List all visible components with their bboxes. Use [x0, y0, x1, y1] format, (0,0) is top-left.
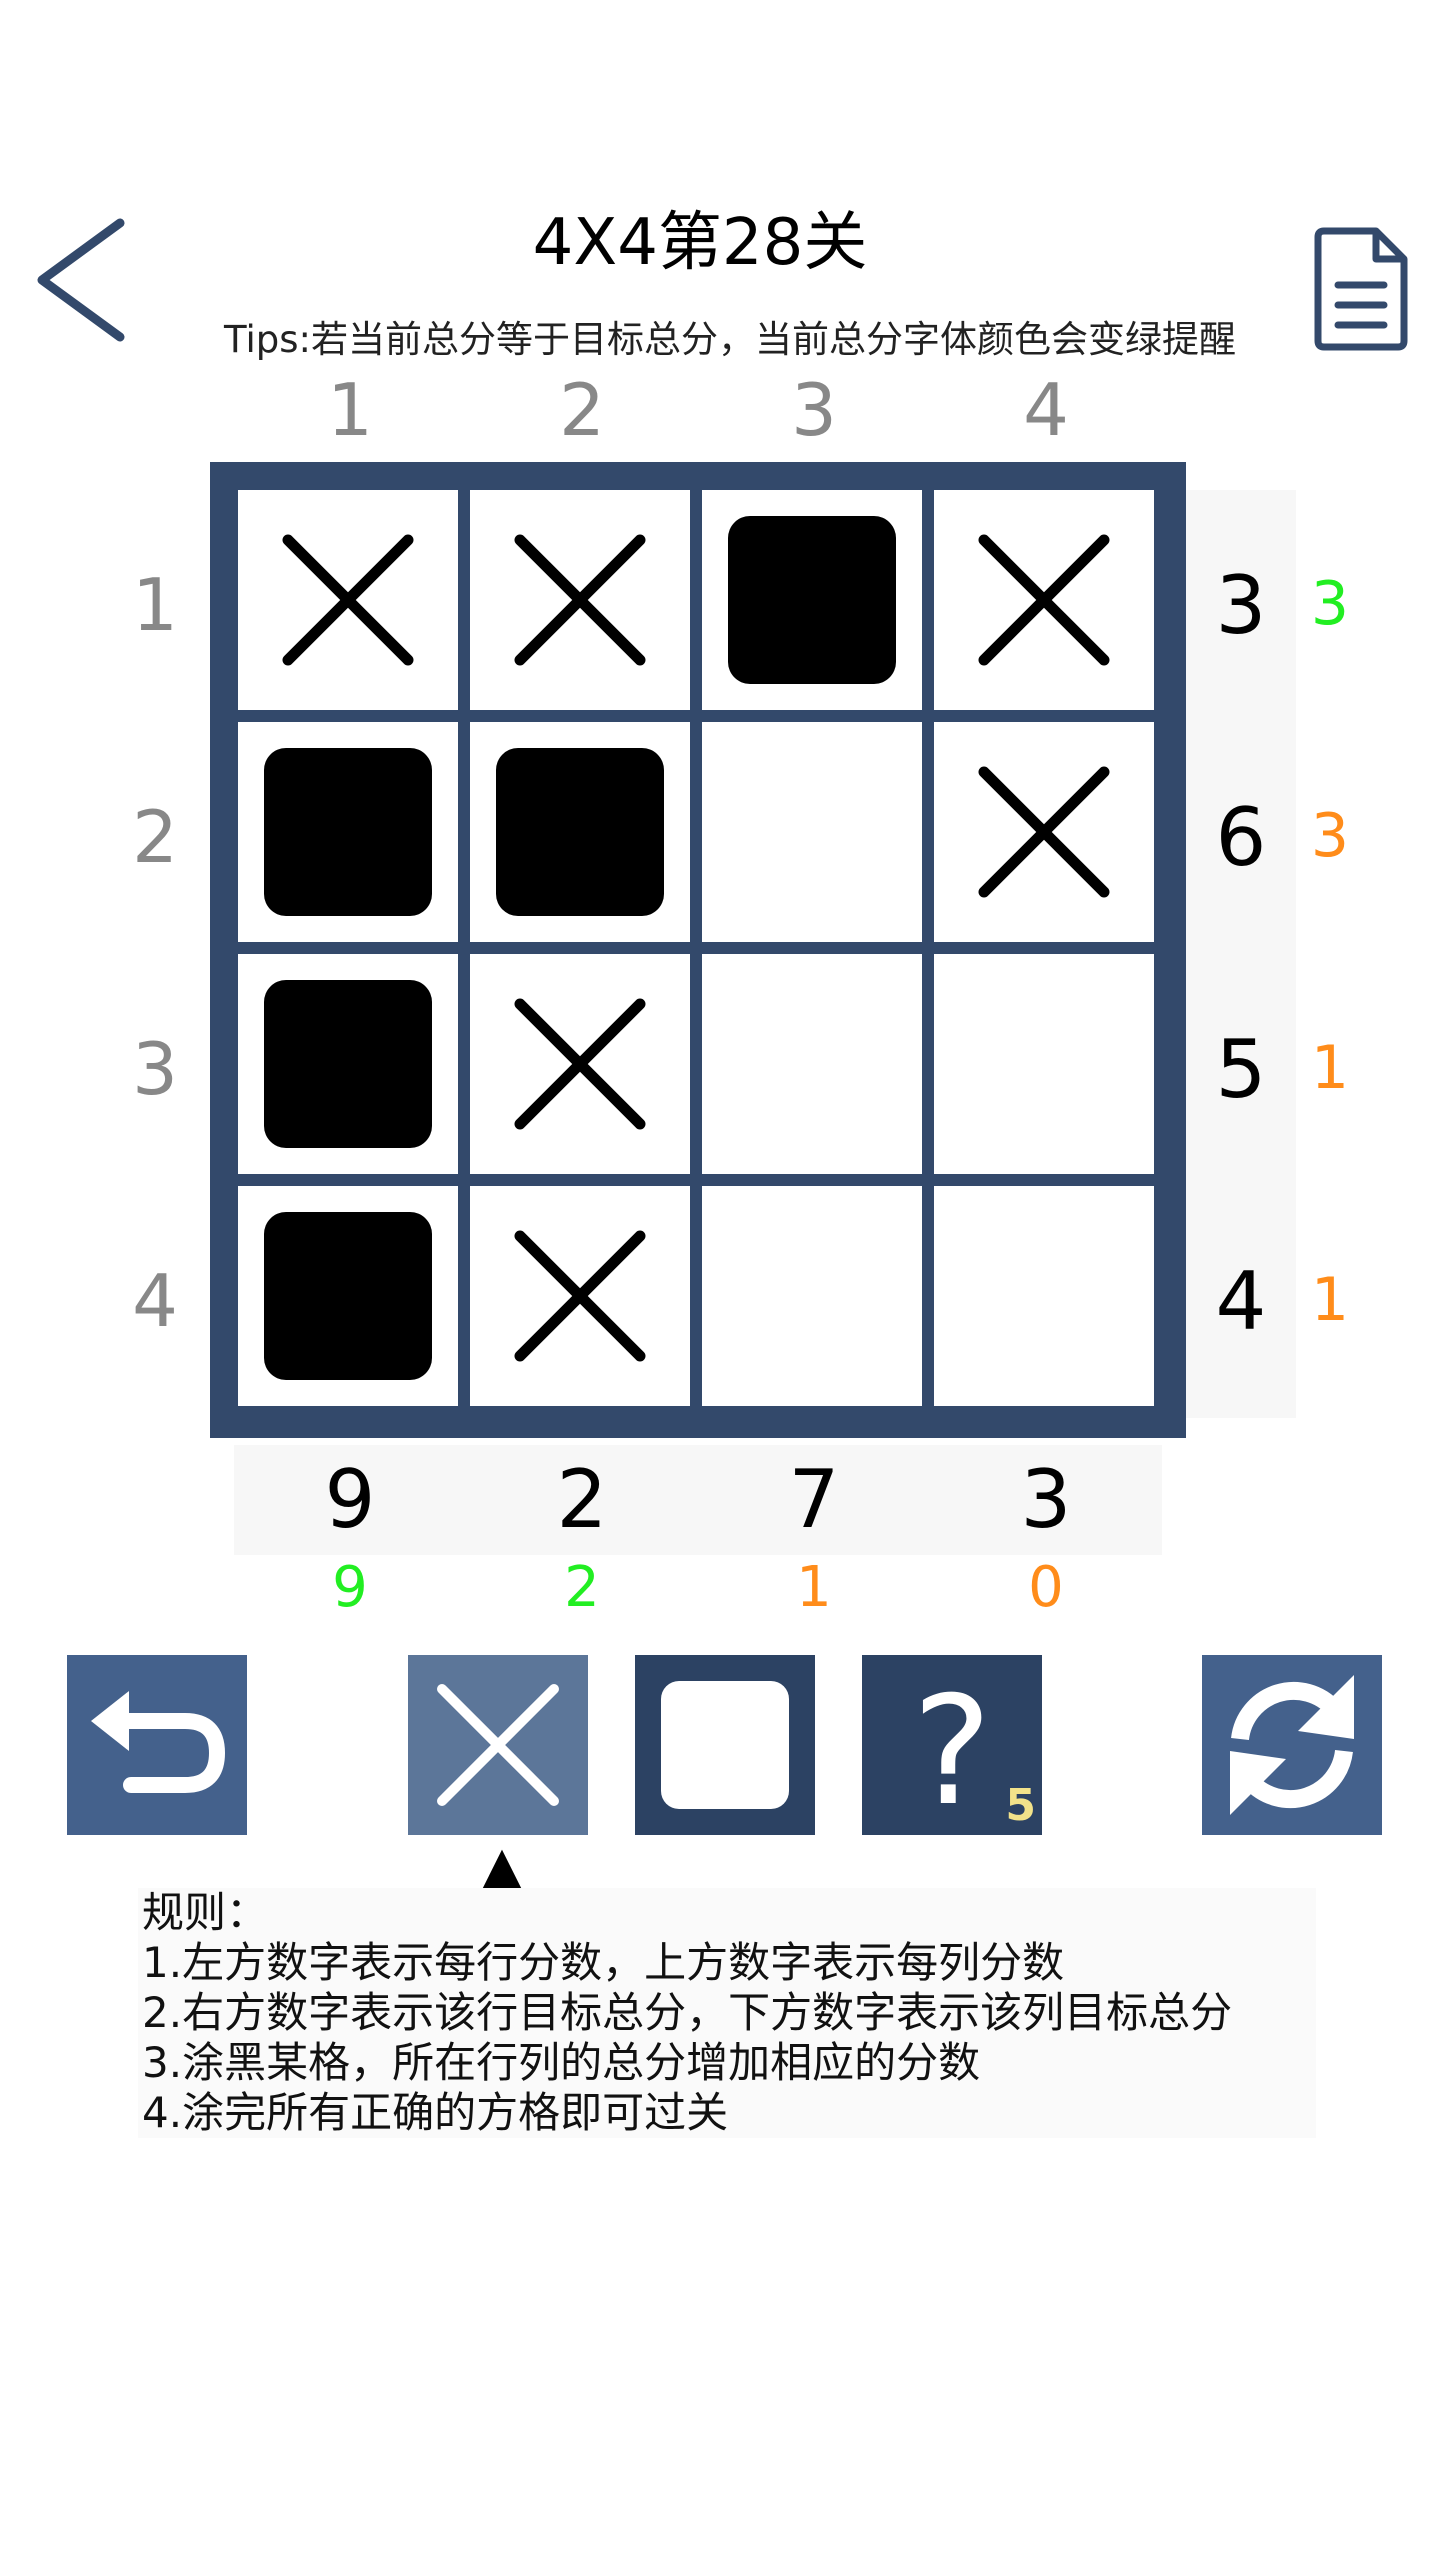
board-cell[interactable] — [934, 490, 1154, 710]
board-cell[interactable] — [702, 722, 922, 942]
column-target-3: 7 — [788, 1453, 840, 1546]
x-mark-icon — [514, 1230, 646, 1362]
rules-heading: 规则： — [142, 1888, 269, 1937]
x-mark-icon — [514, 998, 646, 1130]
column-current-4: 0 — [1028, 1555, 1064, 1620]
board-cell[interactable] — [238, 954, 458, 1174]
board-cell[interactable] — [470, 722, 690, 942]
selected-tool-indicator: ▲ — [482, 1836, 522, 1896]
mark-x-tool-button[interactable] — [408, 1655, 588, 1835]
rule-line: 1.左方数字表示每行分数，上方数字表示每列分数 — [142, 1938, 1065, 1987]
filled-square — [496, 748, 664, 916]
board-cell[interactable] — [238, 490, 458, 710]
refresh-icon — [1230, 1675, 1354, 1815]
rules-panel: 规则： 1.左方数字表示每行分数，上方数字表示每列分数 2.右方数字表示该行目标… — [138, 1888, 1316, 2138]
undo-button[interactable] — [67, 1655, 247, 1835]
rule-line: 3.涂黑某格，所在行列的总分增加相应的分数 — [142, 2038, 981, 2087]
column-target-2: 2 — [556, 1453, 608, 1546]
row-target-2: 6 — [1215, 791, 1267, 884]
svg-text:?: ? — [912, 1665, 992, 1835]
column-score-3: 3 — [791, 368, 837, 452]
board-cell[interactable] — [702, 954, 922, 1174]
hint-count-badge: 5 — [1005, 1780, 1036, 1831]
x-mark-icon — [978, 766, 1110, 898]
row-current-1: 3 — [1310, 569, 1350, 639]
board-cell[interactable] — [934, 954, 1154, 1174]
x-mark-icon — [514, 534, 646, 666]
row-target-3: 5 — [1215, 1023, 1267, 1116]
column-score-4: 4 — [1023, 368, 1069, 452]
x-mark-icon — [437, 1684, 559, 1806]
column-score-2: 2 — [559, 368, 605, 452]
board-cell[interactable] — [238, 722, 458, 942]
board-cell[interactable] — [702, 1186, 922, 1406]
column-current-3: 1 — [796, 1555, 832, 1620]
board-cell[interactable] — [934, 1186, 1154, 1406]
document-icon — [1314, 227, 1408, 351]
board-cell[interactable] — [238, 1186, 458, 1406]
puzzle-board — [210, 462, 1186, 1438]
filled-square — [264, 748, 432, 916]
rule-line: 4.涂完所有正确的方格即可过关 — [142, 2088, 729, 2137]
x-mark-icon — [978, 534, 1110, 666]
board-cell[interactable] — [470, 954, 690, 1174]
row-target-1: 3 — [1215, 559, 1267, 652]
x-mark-icon — [282, 534, 414, 666]
column-target-1: 9 — [324, 1453, 376, 1546]
column-score-1: 1 — [327, 368, 373, 452]
document-button[interactable] — [1310, 225, 1410, 353]
row-score-4: 4 — [132, 1259, 178, 1343]
tips-text: Tips:若当前总分等于目标总分，当前总分字体颜色会变绿提醒 — [224, 318, 1236, 361]
row-score-1: 1 — [132, 563, 178, 647]
filled-square — [264, 1212, 432, 1380]
fill-tool-button[interactable] — [635, 1655, 815, 1835]
level-title: 4X4第28关 — [532, 206, 868, 280]
board-cell[interactable] — [934, 722, 1154, 942]
column-target-4: 3 — [1020, 1453, 1072, 1546]
row-target-4: 4 — [1215, 1255, 1267, 1348]
row-current-2: 3 — [1310, 801, 1350, 871]
board-cell[interactable] — [702, 490, 922, 710]
column-current-2: 2 — [564, 1555, 600, 1620]
row-score-3: 3 — [132, 1027, 178, 1111]
rule-line: 2.右方数字表示该行目标总分，下方数字表示该列目标总分 — [142, 1988, 1233, 2037]
row-score-2: 2 — [132, 795, 178, 879]
hint-button[interactable]: ? 5 — [862, 1655, 1042, 1839]
row-current-4: 1 — [1310, 1265, 1350, 1335]
column-current-1: 9 — [332, 1555, 368, 1620]
board-cell[interactable] — [470, 1186, 690, 1406]
row-current-3: 1 — [1310, 1033, 1350, 1103]
filled-square — [264, 980, 432, 1148]
reset-button[interactable] — [1202, 1655, 1382, 1835]
undo-icon — [91, 1691, 225, 1793]
square-icon — [661, 1681, 789, 1809]
board-cell[interactable] — [470, 490, 690, 710]
filled-square — [728, 516, 896, 684]
